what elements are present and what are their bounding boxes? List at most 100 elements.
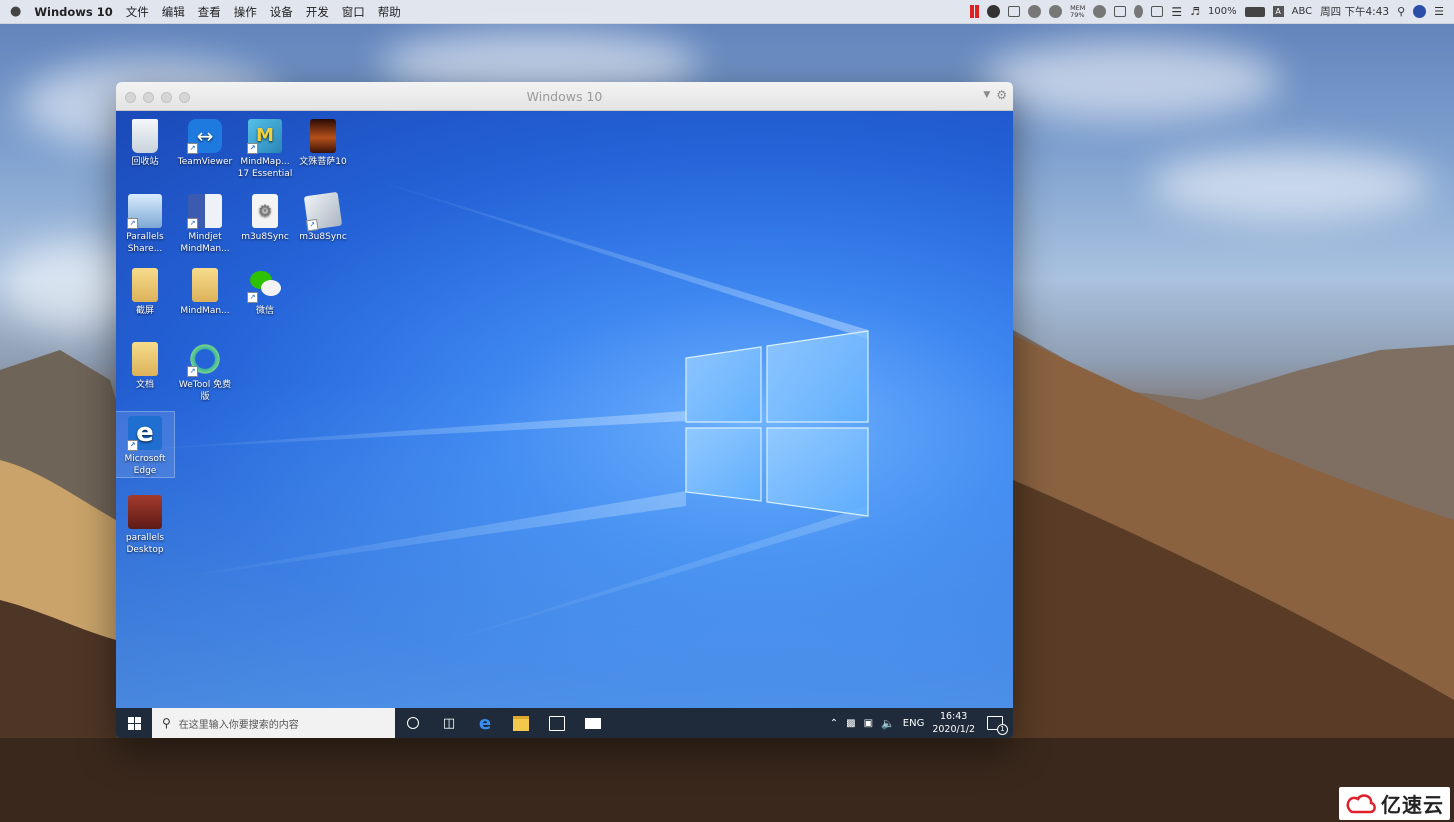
desktop-icon-manjushri[interactable]: 文殊菩萨10 bbox=[294, 115, 352, 168]
parallels-desktop-icon bbox=[128, 495, 162, 529]
desktop-icon-microsoft-edge[interactable]: e ↗ Microsoft Edge bbox=[116, 411, 175, 478]
menu-edit[interactable]: 编辑 bbox=[162, 4, 185, 20]
menubar-clock[interactable]: 周四 下午4:43 bbox=[1320, 4, 1389, 19]
menu-window[interactable]: 窗口 bbox=[342, 4, 365, 20]
search-icon: ⚲ bbox=[162, 716, 171, 730]
dropdown-arrow-icon[interactable]: ▼ bbox=[983, 88, 990, 102]
yisu-logo-icon bbox=[1346, 793, 1376, 813]
notification-icon: 1 bbox=[987, 716, 1008, 735]
watermark: 亿速云 bbox=[1339, 787, 1450, 820]
task-view-icon: ◫ bbox=[442, 715, 456, 731]
desktop-icon-mindman-folder[interactable]: MindMan... bbox=[176, 264, 234, 317]
volume-icon[interactable]: 🔈 bbox=[881, 717, 895, 730]
wechat-icon: ↗ bbox=[247, 268, 282, 303]
menu-actions[interactable]: 操作 bbox=[234, 4, 257, 20]
record-icon[interactable] bbox=[1049, 5, 1063, 18]
menu-devices[interactable]: 设备 bbox=[270, 4, 293, 20]
gauge-icon[interactable] bbox=[987, 5, 1001, 18]
watermark-text: 亿速云 bbox=[1381, 793, 1444, 817]
taskbar-store-button[interactable] bbox=[539, 708, 575, 738]
menu-develop[interactable]: 开发 bbox=[306, 4, 329, 20]
vm-window-title: Windows 10 bbox=[526, 89, 603, 104]
wifi-icon[interactable]: ☰ bbox=[1171, 5, 1182, 19]
windows-taskbar: ⚲ 在这里输入你要搜索的内容 ◫ e ⌃ ▩ ▣ 🔈 ENG 16:43 202… bbox=[116, 708, 1013, 738]
windows-desktop: 回收站 ↗ Parallels Share... 截屏 文档 e ↗ Micros… bbox=[116, 111, 1013, 708]
windows-logo bbox=[685, 330, 869, 517]
mindjet-icon: ↗ bbox=[187, 194, 222, 229]
cortana-circle-icon bbox=[407, 717, 419, 729]
mail-icon bbox=[585, 717, 601, 729]
gear-icon[interactable]: ⚙ bbox=[996, 88, 1007, 102]
input-method-icon[interactable]: A bbox=[1272, 6, 1284, 17]
mindmap-icon: M ↗ bbox=[247, 119, 282, 154]
taskbar-time: 16:43 bbox=[939, 711, 968, 722]
notification-center-icon[interactable]: ☰ bbox=[1434, 5, 1444, 18]
desktop-icon-screenshots[interactable]: 截屏 bbox=[116, 264, 174, 317]
taskbar-mail-button[interactable] bbox=[575, 708, 611, 738]
wetool-icon: ↗ bbox=[187, 342, 222, 377]
m3u8sync-app-icon: ↗ bbox=[303, 191, 343, 232]
network-icon[interactable]: ▣ bbox=[864, 718, 873, 729]
taskbar-date: 2020/1/2 bbox=[932, 724, 975, 735]
task-view-button[interactable]: ◫ bbox=[431, 708, 467, 738]
teamviewer-icon: ↔ ↗ bbox=[187, 119, 222, 154]
menu-help[interactable]: 帮助 bbox=[378, 4, 401, 20]
memory-indicator[interactable]: MEM 79% bbox=[1070, 4, 1085, 19]
desktop-icon-mindmap-essential[interactable]: M ↗ MindMap... 17 Essential bbox=[236, 115, 294, 180]
notification-count: 1 bbox=[997, 724, 1008, 735]
desktop-icon-m3u8sync-app[interactable]: ↗ m3u8Sync bbox=[294, 190, 352, 243]
taskbar-clock[interactable]: 16:43 2020/1/2 bbox=[932, 710, 975, 736]
chevron-up-icon[interactable]: ⌃ bbox=[830, 718, 838, 729]
edge-icon: e bbox=[478, 712, 492, 734]
battery-icon[interactable] bbox=[1244, 6, 1265, 17]
desktop-icon-wechat[interactable]: ↗ 微信 bbox=[236, 264, 294, 317]
desktop-icon-parallels-desktop[interactable]: parallels Desktop bbox=[116, 491, 174, 556]
menu-app-name[interactable]: Windows 10 bbox=[34, 5, 112, 19]
bluetooth-icon[interactable] bbox=[1134, 5, 1144, 18]
apple-menu-icon[interactable]: ● bbox=[10, 4, 21, 19]
cortana-button[interactable] bbox=[395, 708, 431, 738]
edge-icon: e ↗ bbox=[127, 416, 162, 451]
menu-file[interactable]: 文件 bbox=[126, 4, 149, 20]
menu-view[interactable]: 查看 bbox=[198, 4, 221, 20]
desktop-icon-documents[interactable]: 文档 bbox=[116, 338, 174, 391]
language-indicator[interactable]: ENG bbox=[903, 718, 925, 729]
input-method-label[interactable]: ABC bbox=[1292, 6, 1313, 17]
start-button[interactable] bbox=[116, 708, 152, 738]
system-tray: ⌃ ▩ ▣ 🔈 ENG 16:43 2020/1/2 1 bbox=[830, 708, 1013, 738]
desktop-icon-parallels-share[interactable]: ↗ Parallels Share... bbox=[116, 190, 174, 255]
recycle-bin-icon bbox=[132, 119, 158, 153]
volume-icon[interactable]: ♬ bbox=[1190, 5, 1200, 18]
desktop-icon-m3u8sync-config[interactable]: ⚙ m3u8Sync bbox=[236, 190, 294, 243]
desktop-icon-mindjet[interactable]: ↗ Mindjet MindMan... bbox=[176, 190, 234, 255]
desktop-icon-teamviewer[interactable]: ↔ ↗ TeamViewer bbox=[176, 115, 234, 168]
manjushri-image-icon bbox=[310, 119, 336, 153]
parallels-status-icon[interactable] bbox=[970, 5, 975, 18]
taskbar-search-box[interactable]: ⚲ 在这里输入你要搜索的内容 bbox=[152, 708, 395, 738]
file-explorer-icon bbox=[513, 715, 529, 731]
desktop-icon-recycle-bin[interactable]: 回收站 bbox=[116, 115, 174, 168]
mac-menu-bar: ● Windows 10 文件 编辑 查看 操作 设备 开发 窗口 帮助 MEM… bbox=[0, 0, 1454, 24]
desktop-icon-wetool[interactable]: ↗ WeTool 免费版 bbox=[176, 338, 234, 403]
store-bag-icon bbox=[549, 715, 565, 731]
parallels-share-icon: ↗ bbox=[127, 194, 162, 229]
taskbar-file-explorer-button[interactable] bbox=[503, 708, 539, 738]
device-icon[interactable]: ▩ bbox=[846, 718, 855, 729]
siri-icon[interactable] bbox=[1413, 5, 1427, 18]
parallels-vm-window: Windows 10 ▼ ⚙ 回收站 ↗ Parallels Share... … bbox=[116, 82, 1013, 738]
display-icon[interactable] bbox=[1151, 6, 1164, 17]
folder-icon bbox=[132, 268, 158, 302]
action-center-button[interactable]: 1 bbox=[983, 708, 1008, 738]
chat-icon[interactable] bbox=[1093, 5, 1107, 18]
vm-title-bar[interactable]: Windows 10 ▼ ⚙ bbox=[116, 82, 1013, 111]
search-placeholder: 在这里输入你要搜索的内容 bbox=[178, 719, 299, 731]
settings-file-icon: ⚙ bbox=[252, 194, 278, 228]
screen-icon[interactable] bbox=[1008, 6, 1021, 17]
battery-percent[interactable]: 100% bbox=[1208, 6, 1237, 17]
eye-icon[interactable] bbox=[1028, 5, 1042, 18]
airplay-icon[interactable] bbox=[1114, 6, 1127, 17]
spotlight-search-icon[interactable]: ⚲ bbox=[1397, 5, 1405, 18]
windows-start-icon bbox=[127, 716, 141, 730]
folder-icon bbox=[132, 342, 158, 376]
taskbar-edge-button[interactable]: e bbox=[467, 708, 503, 738]
